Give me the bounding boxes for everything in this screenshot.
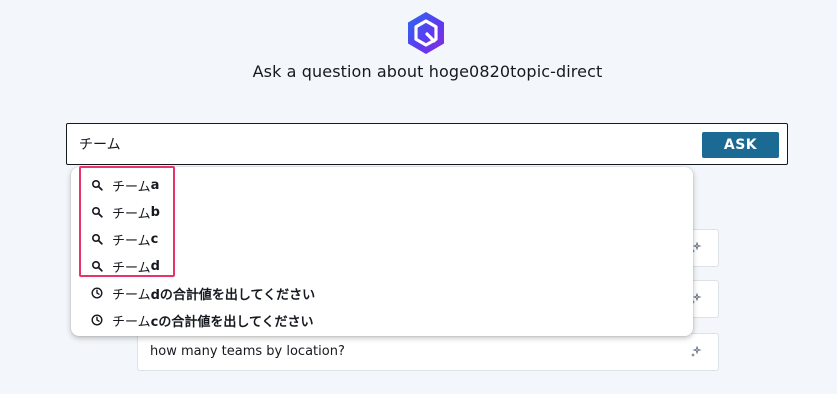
clock-icon — [91, 314, 103, 326]
autocomplete-dropdown: チーム a チーム b チーム c チーム d チーム dの合計値を出してくださ… — [71, 167, 693, 336]
suggested-question-text: how many teams by location? — [150, 344, 345, 359]
history-completion: cの合計値を出してください — [150, 314, 314, 330]
search-icon — [91, 179, 103, 191]
search-icon — [91, 260, 103, 272]
history-item[interactable]: チーム dの合計値を出してください — [91, 283, 315, 303]
ask-button[interactable]: ASK — [702, 132, 779, 158]
page-title: Ask a question about hoge0820topic-direc… — [252, 62, 603, 81]
search-icon — [91, 233, 103, 245]
suggestion-item[interactable]: チーム d — [91, 256, 160, 276]
history-prefix: チーム — [112, 287, 151, 303]
suggestion-item[interactable]: チーム c — [91, 229, 158, 249]
suggestion-prefix: チーム — [112, 206, 151, 222]
clock-icon — [91, 287, 103, 299]
suggestion-prefix: チーム — [112, 233, 151, 249]
suggested-question-card[interactable]: how many teams by location? — [137, 333, 719, 371]
sparkle-icon — [691, 346, 702, 357]
suggestion-completion: c — [150, 231, 159, 247]
question-search-box: ASK — [66, 123, 788, 165]
suggestion-item[interactable]: チーム a — [91, 175, 159, 195]
page: Ask a question about hoge0820topic-direc… — [0, 0, 837, 394]
search-icon — [91, 206, 103, 218]
q-logo-icon — [408, 12, 444, 54]
history-item[interactable]: チーム cの合計値を出してください — [91, 310, 314, 330]
suggestion-prefix: チーム — [112, 179, 151, 195]
history-prefix: チーム — [112, 314, 151, 330]
suggestion-prefix: チーム — [112, 260, 151, 276]
suggestion-completion: a — [150, 177, 160, 193]
suggestion-item[interactable]: チーム b — [91, 202, 160, 222]
suggestion-completion: d — [150, 258, 160, 274]
suggestion-completion: b — [150, 204, 160, 220]
history-completion: dの合計値を出してください — [150, 287, 316, 303]
question-input[interactable] — [79, 124, 679, 164]
